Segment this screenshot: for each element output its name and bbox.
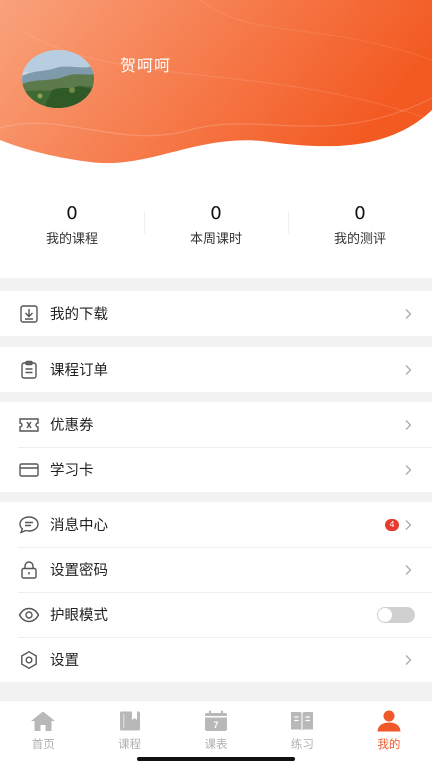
stat-label: 我的课程 [45, 232, 98, 247]
menu-item-messages[interactable]: 消息中心 4 [0, 502, 432, 547]
stats-panel: 0 我的课程 0 本周课时 0 我的测评 [0, 168, 432, 278]
menu-item-set-password[interactable]: 设置密码 [0, 547, 432, 592]
menu-label: 设置 [50, 653, 79, 669]
chevron-right-icon [405, 308, 412, 319]
message-icon [18, 514, 40, 536]
menu-label: 设置密码 [50, 563, 108, 579]
menu-group-settings: 消息中心 4 设置密码 护眼模式 设置 [0, 502, 432, 682]
menu-item-course-orders[interactable]: 课程订单 [0, 347, 432, 392]
stat-value: 0 [66, 203, 78, 224]
avatar-landscape-image [22, 50, 94, 108]
download-icon [18, 303, 40, 325]
menu-group-orders: 课程订单 [0, 347, 432, 392]
chevron-right-icon [405, 519, 412, 530]
username: 贺呵呵 [120, 56, 172, 75]
lock-icon [18, 559, 40, 581]
stat-my-courses[interactable]: 0 我的课程 [0, 168, 144, 278]
tab-label: 首页 [31, 737, 55, 751]
tab-label: 我的 [377, 737, 401, 751]
chevron-right-icon [405, 364, 412, 375]
tab-label: 练习 [290, 737, 314, 751]
menu-label: 学习卡 [50, 463, 94, 479]
menu-label: 消息中心 [50, 518, 108, 534]
avatar[interactable] [22, 50, 94, 108]
chevron-right-icon [405, 419, 412, 430]
menu-group-wallet: 优惠券 学习卡 [0, 402, 432, 492]
calendar-day: 7 [214, 720, 219, 730]
stat-my-assessments[interactable]: 0 我的测评 [288, 168, 432, 278]
tab-mine[interactable]: 我的 [346, 701, 432, 768]
stat-value: 0 [354, 203, 366, 224]
unread-badge: 4 [385, 518, 399, 531]
tab-label: 课程 [118, 737, 142, 751]
home-icon [31, 711, 56, 731]
card-icon [18, 459, 40, 481]
menu-item-coupons[interactable]: 优惠券 [0, 402, 432, 447]
book-bookmark-icon [119, 711, 140, 731]
stat-label: 我的测评 [333, 232, 386, 247]
tab-label: 课表 [204, 737, 228, 751]
menu-group-downloads: 我的下载 [0, 291, 432, 336]
menu-item-study-card[interactable]: 学习卡 [0, 447, 432, 492]
menu-item-settings[interactable]: 设置 [0, 637, 432, 682]
home-indicator [137, 757, 295, 761]
stat-weekly-hours[interactable]: 0 本周课时 [144, 168, 288, 278]
ticket-icon [18, 414, 40, 436]
menu-label: 我的下载 [50, 307, 108, 323]
menu-item-eye-protection: 护眼模式 [0, 592, 432, 637]
chevron-right-icon [405, 654, 412, 665]
menu-label: 优惠券 [50, 418, 94, 434]
stat-value: 0 [210, 203, 222, 224]
open-book-icon [291, 712, 314, 731]
clipboard-icon [18, 359, 40, 381]
chevron-right-icon [405, 464, 412, 475]
menu-label: 课程订单 [50, 363, 108, 379]
eye-icon [18, 604, 40, 626]
menu-item-downloads[interactable]: 我的下载 [0, 291, 432, 336]
toggle-knob [378, 607, 392, 622]
stat-label: 本周课时 [189, 232, 242, 247]
chevron-right-icon [405, 564, 412, 575]
eye-protection-toggle[interactable] [377, 606, 415, 623]
settings-hexagon-icon [18, 649, 40, 671]
menu-label: 护眼模式 [50, 608, 108, 624]
user-icon [377, 710, 401, 732]
tab-home[interactable]: 首页 [0, 701, 86, 768]
calendar-icon: 7 [205, 710, 228, 731]
